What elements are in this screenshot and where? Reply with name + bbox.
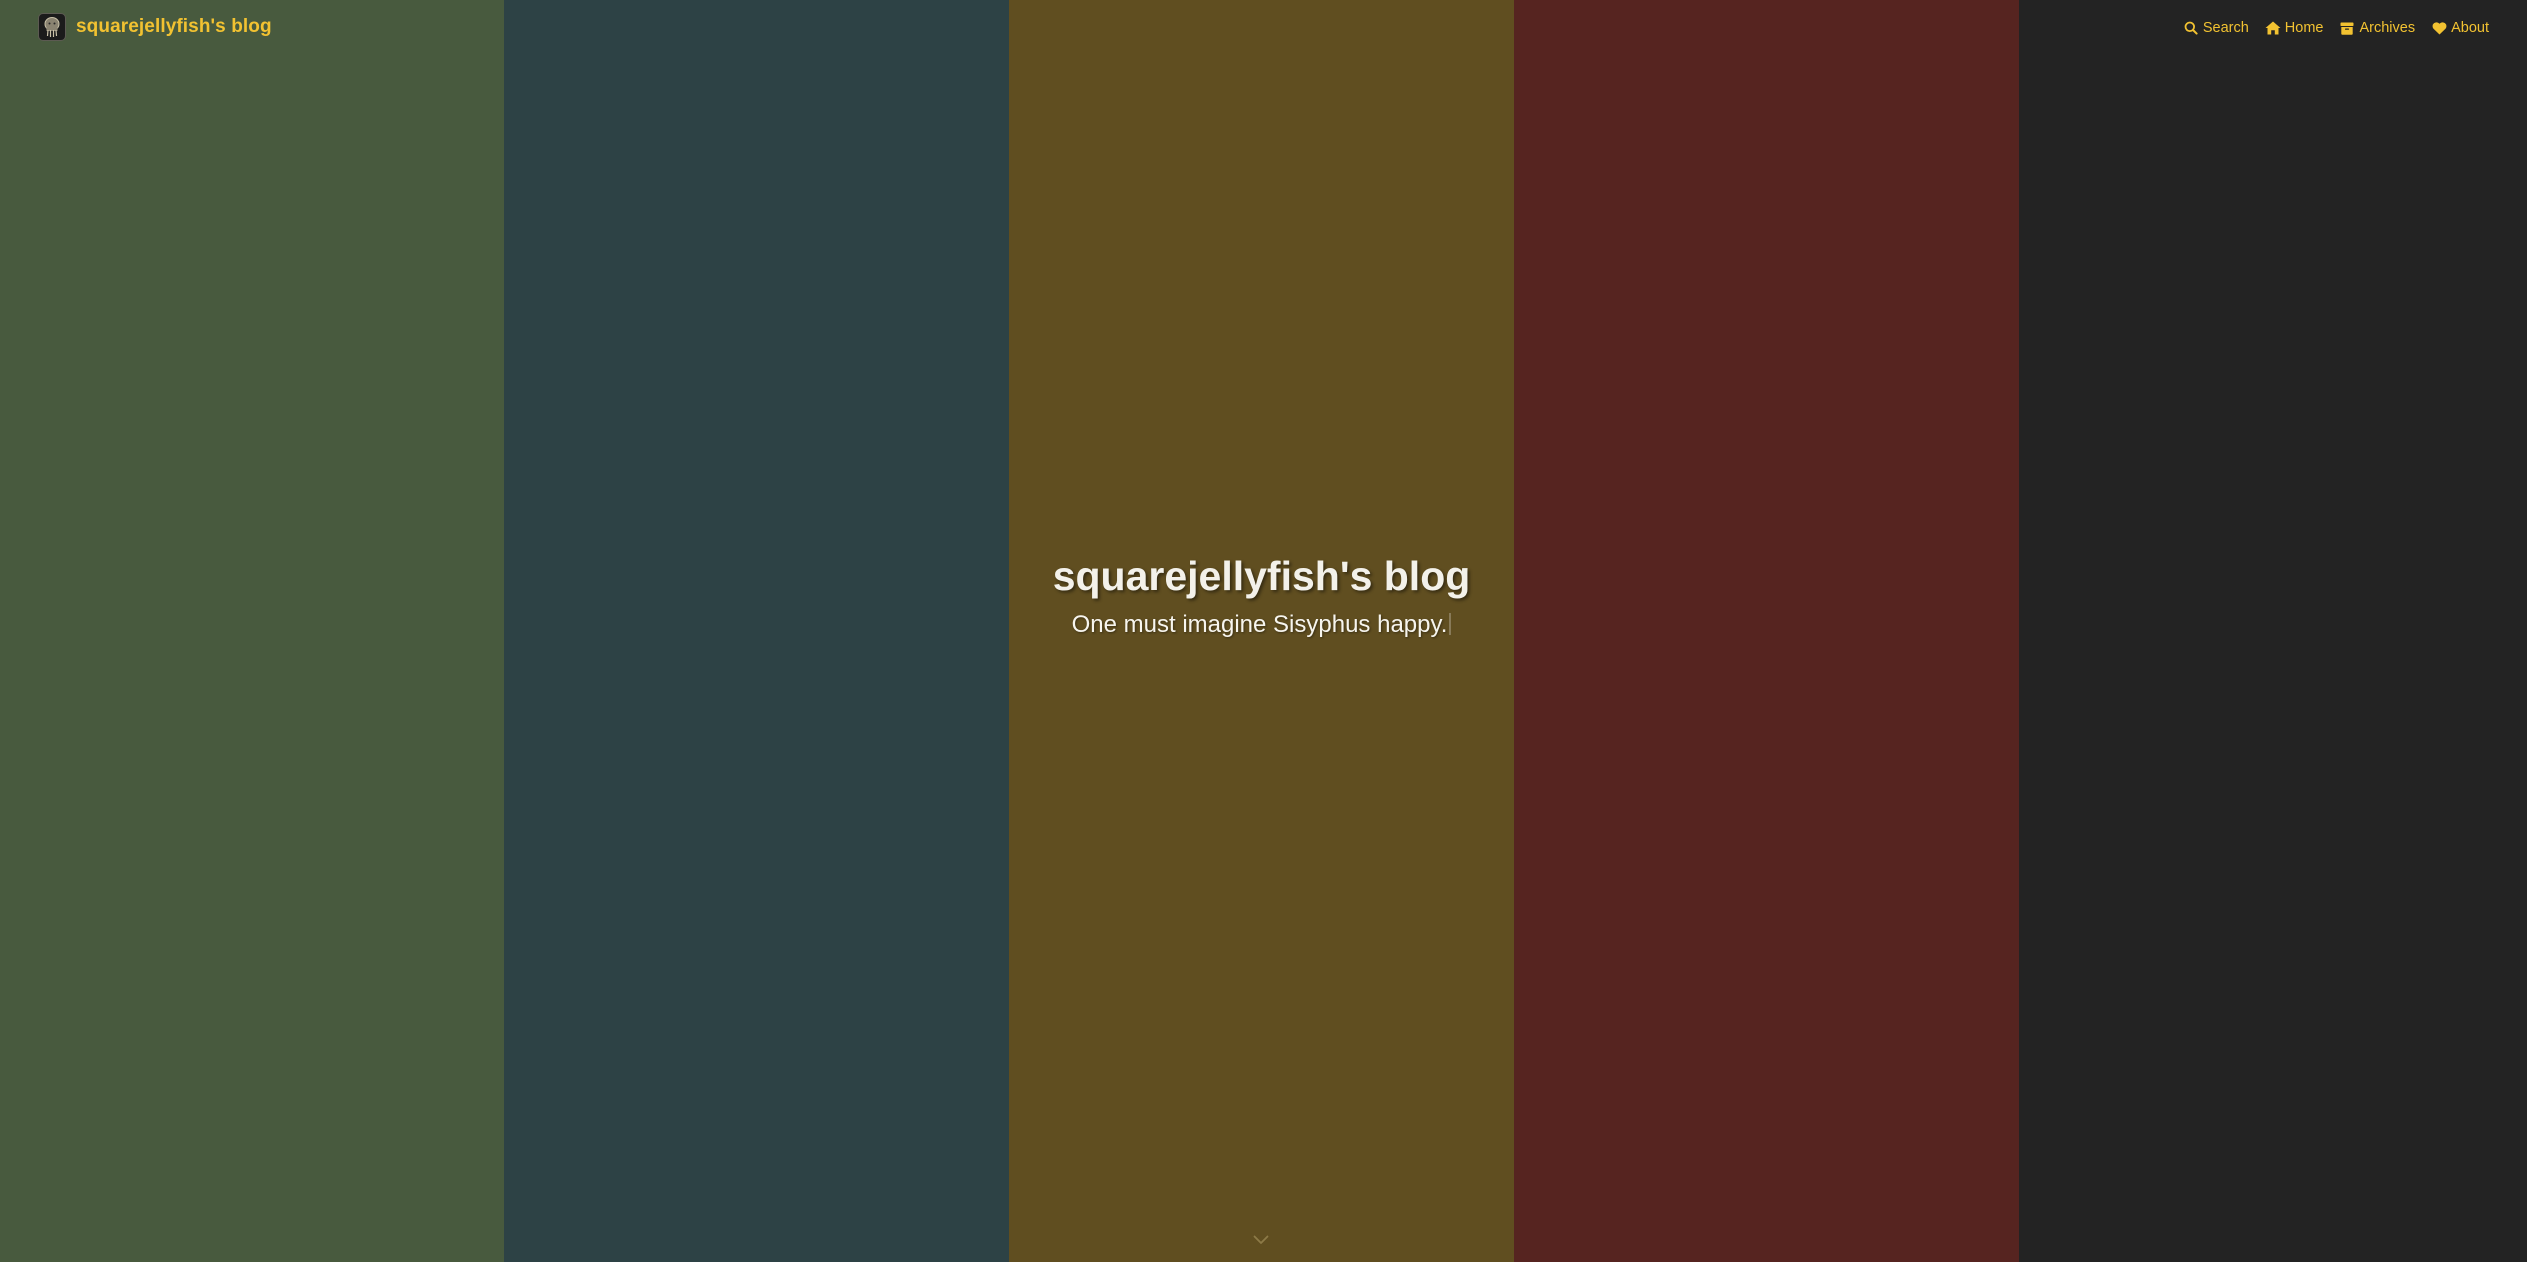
nav-menu: Search Home Archives About <box>2167 20 2489 36</box>
background-stripe-maroon <box>1514 0 2019 1262</box>
background-stripe-charcoal <box>2019 0 2527 1262</box>
hero-subtitle-line: One must imagine Sisyphus happy. <box>1009 609 1514 641</box>
nav-item-home[interactable]: Home <box>2265 20 2324 36</box>
archive-box-icon <box>2339 20 2355 36</box>
brand-link[interactable]: squarejellyfish's blog <box>38 13 272 41</box>
navbar: squarejellyfish's blog Search Home Archi… <box>0 0 2527 60</box>
scroll-down-button[interactable] <box>1252 1234 1270 1248</box>
avatar-jellyfish-icon <box>38 13 66 41</box>
typing-cursor <box>1449 613 1452 635</box>
hero: squarejellyfish's blog One must imagine … <box>1009 545 1514 641</box>
heart-icon <box>2431 20 2447 36</box>
chevron-down-icon <box>1253 1232 1269 1250</box>
search-icon <box>2183 20 2199 36</box>
nav-item-label: Home <box>2284 20 2324 36</box>
brand-title: squarejellyfish's blog <box>76 16 272 37</box>
home-icon <box>2265 20 2281 36</box>
hero-subtitle: One must imagine Sisyphus happy. <box>1071 611 1448 638</box>
nav-item-archives[interactable]: Archives <box>2339 20 2415 36</box>
background-stripe-green <box>0 0 504 1262</box>
nav-item-about[interactable]: About <box>2431 20 2489 36</box>
nav-item-label: About <box>2451 20 2489 36</box>
nav-item-label: Archives <box>2359 20 2416 36</box>
background-stripe-teal <box>504 0 1009 1262</box>
hero-title: squarejellyfish's blog <box>1052 553 1471 599</box>
nav-item-label: Search <box>2202 20 2249 36</box>
nav-item-search[interactable]: Search <box>2183 20 2249 36</box>
page: squarejellyfish's blog Search Home Archi… <box>0 0 2527 1262</box>
